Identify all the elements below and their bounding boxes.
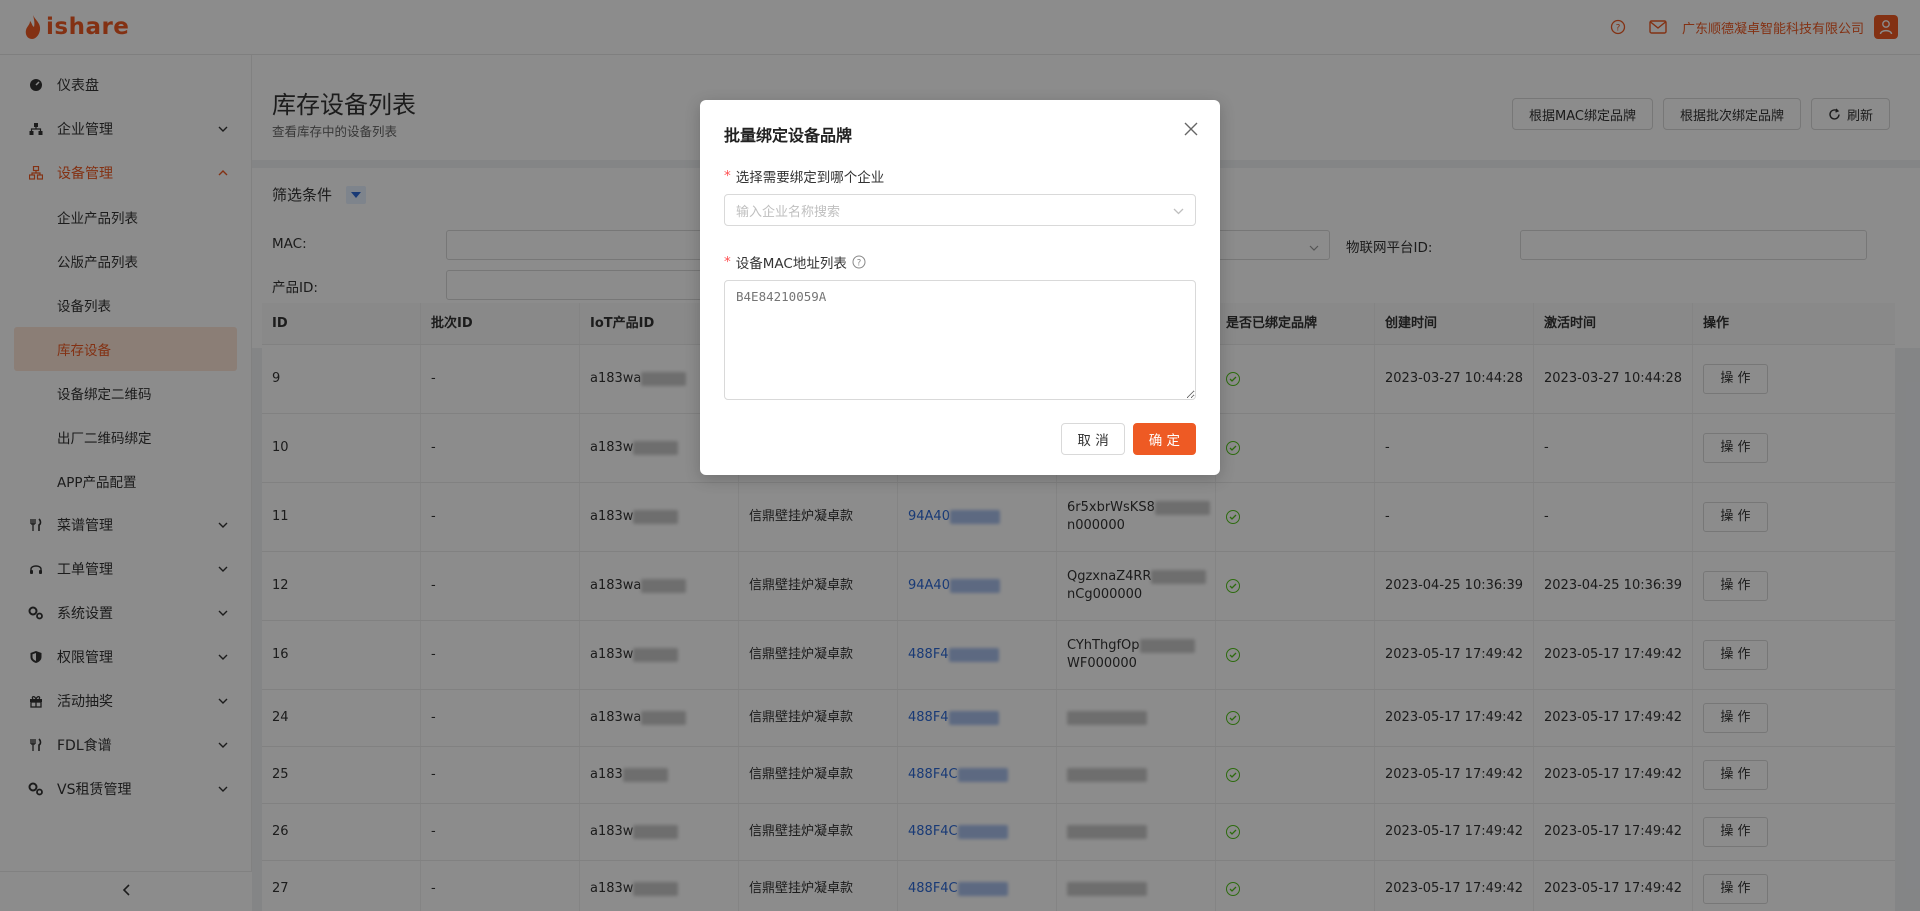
enterprise-field-label: * 选择需要绑定到哪个企业: [724, 168, 885, 186]
cancel-button[interactable]: 取 消: [1061, 423, 1125, 455]
svg-text:?: ?: [857, 258, 862, 268]
mac-list-textarea[interactable]: [724, 280, 1196, 400]
batch-bind-brand-modal: 批量绑定设备品牌 * 选择需要绑定到哪个企业 输入企业名称搜索 * 设备MAC地…: [700, 100, 1220, 475]
enterprise-select[interactable]: 输入企业名称搜索: [724, 194, 1196, 226]
modal-title: 批量绑定设备品牌: [724, 126, 853, 145]
close-icon[interactable]: [1182, 120, 1200, 138]
confirm-button[interactable]: 确 定: [1132, 423, 1196, 455]
chevron-down-icon: [1173, 204, 1184, 219]
help-circle-icon[interactable]: ?: [852, 255, 866, 269]
mac-list-field-label: * 设备MAC地址列表 ?: [724, 252, 866, 272]
